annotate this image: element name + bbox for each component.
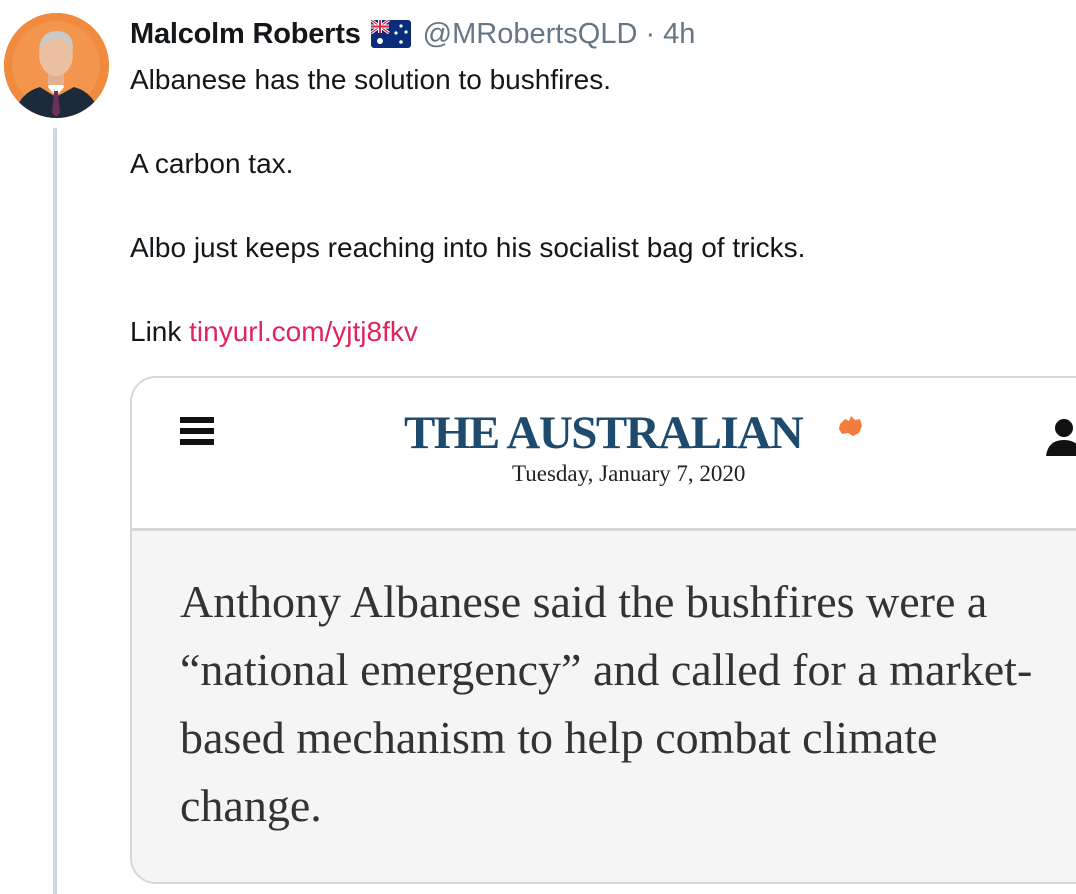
article-headline: Anthony Albanese said the bushfires were… — [180, 576, 1033, 831]
profile-photo-icon — [4, 13, 109, 118]
australia-flag-icon — [370, 20, 411, 48]
tweet-text-line: Albo just keeps reaching into his social… — [130, 232, 806, 263]
masthead-date: Tuesday, January 7, 2020 — [512, 461, 746, 486]
link-preview-card[interactable]: THE AUSTRALIAN Tuesday, January 7, 2020 … — [130, 376, 1076, 884]
tweet-link-line: Link tinyurl.com/yjtj8fkv — [130, 316, 418, 348]
card-body: Anthony Albanese said the bushfires were… — [132, 531, 1076, 882]
tweet-header: Malcolm Roberts @MRobertsQLD · 4h — [130, 14, 695, 54]
tweet-text-line: A carbon tax. — [130, 148, 294, 179]
card-masthead-area: THE AUSTRALIAN Tuesday, January 7, 2020 — [132, 378, 1076, 530]
avatar[interactable] — [4, 13, 109, 118]
hamburger-menu-icon — [180, 417, 214, 445]
thread-line — [53, 128, 57, 894]
tweet-timestamp[interactable]: 4h — [663, 18, 695, 51]
user-handle[interactable]: @MRobertsQLD — [423, 18, 638, 51]
australia-map-icon — [839, 416, 862, 436]
tweet-text-line: Albanese has the solution to bushfires. — [130, 64, 611, 95]
user-account-icon — [1046, 419, 1076, 456]
separator-dot: · — [645, 17, 656, 50]
display-name[interactable]: Malcolm Roberts — [130, 18, 361, 51]
tweet-link[interactable]: tinyurl.com/yjtj8fkv — [189, 316, 418, 347]
link-label: Link — [130, 316, 182, 347]
masthead-title: THE AUSTRALIAN — [404, 407, 804, 459]
